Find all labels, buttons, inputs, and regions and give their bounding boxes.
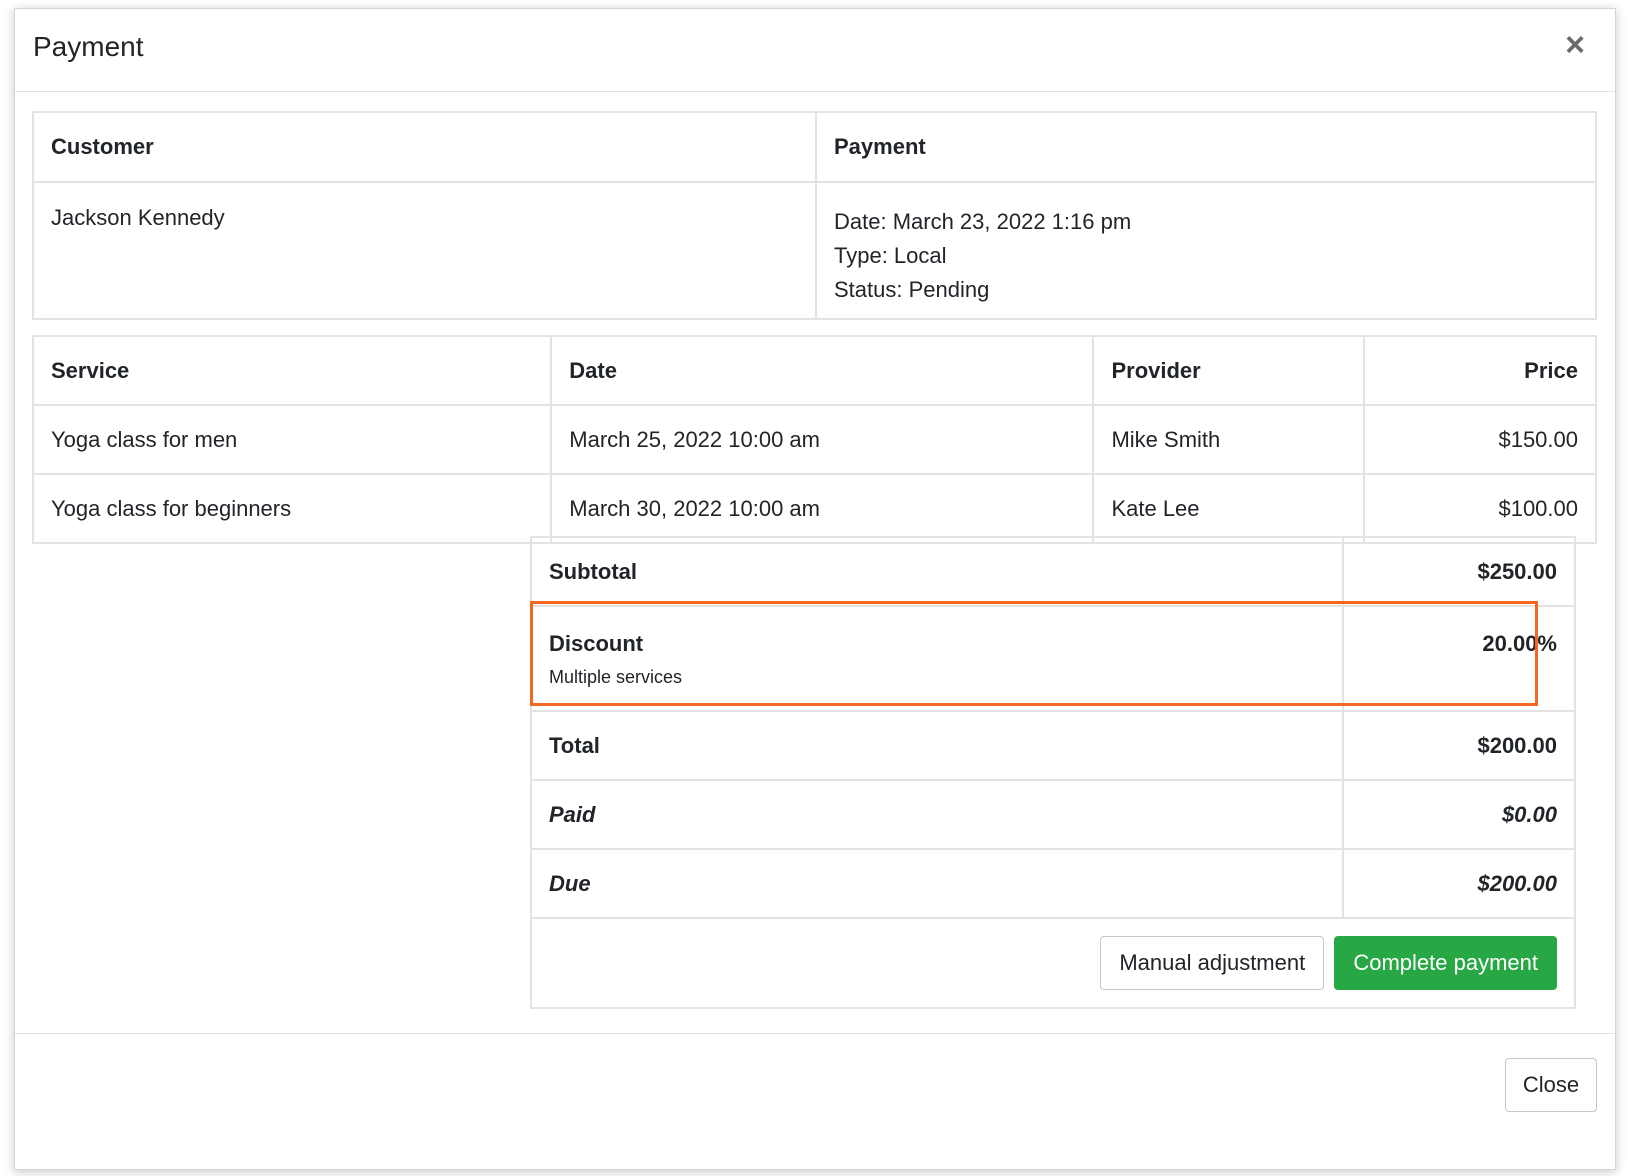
- service-date: March 25, 2022 10:00 am: [550, 404, 1095, 475]
- paid-value: $0.00: [1342, 779, 1576, 850]
- modal-footer: Close: [15, 1033, 1615, 1171]
- payment-summary-table: Subtotal $250.00 Discount Multiple servi…: [529, 536, 1576, 1009]
- table-header-row: Customer Payment: [32, 111, 1597, 183]
- discount-row: Discount Multiple services 20.00%: [529, 605, 1576, 712]
- due-row: Due $200.00: [529, 848, 1576, 919]
- paid-label: Paid: [529, 779, 1345, 850]
- payment-status: Status: Pending: [834, 277, 990, 302]
- discount-note: Multiple services: [549, 667, 683, 687]
- complete-payment-button[interactable]: Complete payment: [1334, 936, 1557, 990]
- provider-header: Provider: [1092, 335, 1366, 406]
- service-price: $100.00: [1363, 473, 1597, 544]
- table-row: Jackson Kennedy Date: March 23, 2022 1:1…: [32, 181, 1597, 320]
- subtotal-row: Subtotal $250.00: [529, 536, 1576, 607]
- table-row: Yoga class for beginners March 30, 2022 …: [31, 473, 1597, 544]
- modal-title: Payment: [33, 31, 144, 62]
- payment-date: Date: March 23, 2022 1:16 pm: [834, 209, 1132, 234]
- table-header-row: Service Date Provider Price: [31, 335, 1597, 406]
- total-row: Total $200.00: [529, 710, 1576, 781]
- customer-payment-table: Customer Payment Jackson Kennedy Date: M…: [32, 111, 1597, 320]
- subtotal-value: $250.00: [1342, 536, 1576, 607]
- price-header: Price: [1363, 335, 1597, 406]
- service-price: $150.00: [1363, 404, 1597, 475]
- service-provider: Mike Smith: [1092, 404, 1366, 475]
- due-label: Due: [529, 848, 1345, 919]
- payment-type: Type: Local: [834, 243, 947, 268]
- services-table: Service Date Provider Price Yoga class f…: [31, 335, 1597, 544]
- payment-header: Payment: [815, 111, 1597, 183]
- payment-details: Date: March 23, 2022 1:16 pm Type: Local…: [815, 181, 1597, 320]
- customer-header: Customer: [32, 111, 817, 183]
- due-value: $200.00: [1342, 848, 1576, 919]
- discount-cell: Discount Multiple services: [529, 605, 1345, 712]
- paid-row: Paid $0.00: [529, 779, 1576, 850]
- payment-modal: Payment × Customer Payment Jackson Kenne…: [14, 8, 1616, 1170]
- subtotal-label: Subtotal: [529, 536, 1345, 607]
- actions-cell: Manual adjustment Complete payment: [530, 917, 1576, 1009]
- customer-name: Jackson Kennedy: [32, 181, 817, 320]
- service-name: Yoga class for beginners: [31, 473, 553, 544]
- close-button[interactable]: Close: [1505, 1058, 1597, 1112]
- service-header: Service: [31, 335, 553, 406]
- date-header: Date: [550, 335, 1095, 406]
- manual-adjustment-button[interactable]: Manual adjustment: [1100, 936, 1325, 990]
- actions-row: Manual adjustment Complete payment: [530, 917, 1576, 1009]
- service-provider: Kate Lee: [1092, 473, 1366, 544]
- total-value: $200.00: [1342, 710, 1576, 781]
- table-row: Yoga class for men March 25, 2022 10:00 …: [31, 404, 1597, 475]
- discount-value: 20.00%: [1342, 605, 1576, 712]
- service-name: Yoga class for men: [31, 404, 553, 475]
- discount-label: Discount: [549, 631, 644, 656]
- close-icon[interactable]: ×: [1555, 25, 1595, 65]
- modal-header: Payment ×: [15, 9, 1615, 92]
- total-label: Total: [529, 710, 1345, 781]
- service-date: March 30, 2022 10:00 am: [550, 473, 1095, 544]
